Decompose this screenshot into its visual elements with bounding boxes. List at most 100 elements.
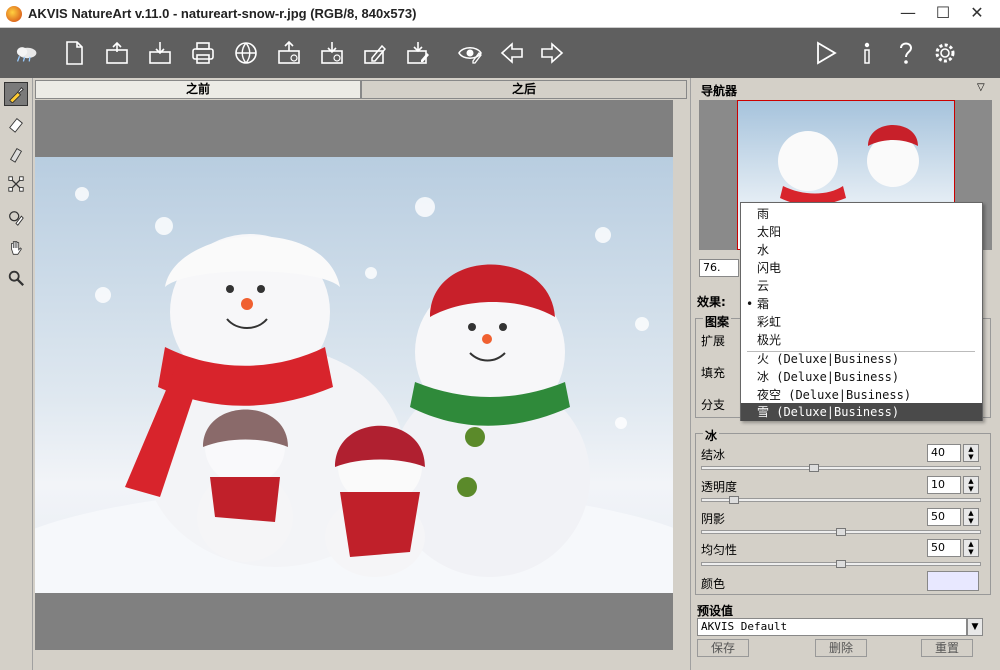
history-brush-icon[interactable]	[4, 206, 28, 230]
shadow-slider-thumb[interactable]	[836, 528, 846, 536]
photo-snowmen	[35, 157, 673, 593]
transparency-label: 透明度	[701, 480, 738, 494]
snowflake	[635, 317, 649, 331]
branch-label: 分支	[701, 398, 726, 412]
dropdown-item-water[interactable]: 水	[741, 241, 982, 259]
snowflake	[75, 187, 89, 201]
preset-dropdown-arrow[interactable]: ▼	[967, 618, 983, 636]
gear-icon[interactable]	[929, 38, 961, 68]
uniformity-label: 均匀性	[701, 543, 738, 557]
view-tabs: 之前 之后	[35, 80, 687, 99]
brush-tool-icon[interactable]	[4, 82, 28, 106]
color-label: 颜色	[701, 577, 726, 591]
dropdown-item-night-sky[interactable]: 夜空 (Deluxe|Business)	[741, 386, 982, 404]
info-icon[interactable]	[851, 38, 883, 68]
save-file-icon[interactable]	[144, 38, 176, 68]
dropdown-item-cloud[interactable]: 云	[741, 277, 982, 295]
toolbar	[0, 28, 1000, 78]
shadow-slider[interactable]	[701, 528, 981, 536]
freeze-slider[interactable]	[701, 464, 981, 472]
new-file-icon[interactable]	[58, 38, 90, 68]
shadow-input[interactable]: 50	[927, 508, 961, 526]
freeze-stepper[interactable]: ▲ ▼	[963, 444, 979, 462]
arrow-back-icon[interactable]	[496, 38, 528, 68]
transparency-stepper[interactable]: ▲ ▼	[963, 476, 979, 494]
uniformity-slider-thumb[interactable]	[836, 560, 846, 568]
help-icon[interactable]	[890, 38, 922, 68]
tab-after[interactable]: 之后	[361, 80, 687, 99]
uniformity-input[interactable]: 50	[927, 539, 961, 557]
dropdown-item-fire[interactable]: 火 (Deluxe|Business)	[741, 350, 982, 368]
title-bar: AKVIS NatureArt v.11.0 - natureart-snow-…	[0, 0, 1000, 28]
navigator-title: 导航器	[701, 84, 738, 98]
pattern-group-title: 图案	[703, 313, 732, 330]
app-icon	[6, 6, 22, 22]
marker-tool-icon[interactable]	[4, 142, 28, 166]
preset-select[interactable]: AKVIS Default	[697, 618, 967, 636]
document-edit-icon[interactable]	[402, 38, 434, 68]
run-play-icon[interactable]	[810, 38, 842, 68]
zoom-tool-icon[interactable]	[4, 266, 28, 290]
close-button[interactable]: ✕	[962, 2, 992, 24]
dropdown-item-rain[interactable]: 雨	[741, 205, 982, 223]
save-preset-button[interactable]: 保存	[697, 639, 749, 657]
current-item-dot-icon: •	[746, 297, 754, 311]
batch-edit-icon[interactable]	[359, 38, 391, 68]
dropdown-item-snow[interactable]: 雪 (Deluxe|Business)	[741, 403, 982, 421]
uniformity-stepper[interactable]: ▲ ▼	[963, 539, 979, 557]
snowflake	[595, 227, 611, 243]
export-settings-icon[interactable]	[316, 38, 348, 68]
transparency-slider-thumb[interactable]	[728, 496, 739, 504]
dropdown-item-frost[interactable]: • 霜	[741, 295, 982, 313]
dropdown-item-lightning[interactable]: 闪电	[741, 259, 982, 277]
arrow-forward-icon[interactable]	[536, 38, 568, 68]
zoom-field[interactable]: 76.	[699, 259, 739, 277]
delete-preset-button[interactable]: 删除	[815, 639, 867, 657]
image-canvas[interactable]	[35, 100, 687, 650]
ice-group-title: 冰	[703, 427, 720, 444]
freeze-slider-thumb[interactable]	[809, 464, 820, 472]
shadow-stepper[interactable]: ▲ ▼	[963, 508, 979, 526]
import-settings-icon[interactable]	[273, 38, 305, 68]
transparency-input[interactable]: 10	[927, 476, 961, 494]
collapse-arrow-icon[interactable]: ▽	[977, 82, 985, 93]
transform-tool-icon[interactable]	[4, 172, 28, 196]
left-toolbar	[0, 78, 33, 670]
snowmen-illustration	[35, 234, 673, 593]
presets-title: 预设值	[697, 604, 734, 618]
snowflake	[155, 217, 173, 235]
snowflake	[95, 287, 111, 303]
freeze-label: 结冰	[701, 448, 726, 462]
transparency-slider[interactable]	[701, 496, 981, 504]
uniformity-slider[interactable]	[701, 560, 981, 568]
print-icon[interactable]	[187, 38, 219, 68]
app-logo-icon	[6, 38, 46, 68]
effect-dropdown-list[interactable]: 雨 太阳 水 闪电 云 • 霜 彩虹 极光 火 (Deluxe|Business)…	[740, 202, 983, 421]
minimize-button[interactable]: —	[893, 2, 923, 24]
watch-eye-icon[interactable]	[454, 38, 486, 68]
expand-label: 扩展	[701, 334, 726, 348]
effect-label: 效果:	[697, 295, 726, 309]
tab-before[interactable]: 之前	[35, 80, 361, 99]
dropdown-item-frost-label: 霜	[757, 297, 770, 311]
maximize-button[interactable]: ☐	[928, 2, 958, 24]
shadow-label: 阴影	[701, 512, 726, 526]
snowflake	[615, 417, 627, 429]
dropdown-item-rainbow[interactable]: 彩虹	[741, 313, 982, 331]
freeze-input[interactable]: 40	[927, 444, 961, 462]
open-file-icon[interactable]	[101, 38, 133, 68]
snowflake	[415, 197, 435, 217]
dropdown-item-ice[interactable]: 冰 (Deluxe|Business)	[741, 368, 982, 386]
reset-preset-button[interactable]: 重置	[921, 639, 973, 657]
canvas-bottom-bar	[35, 650, 687, 670]
dropdown-item-aurora[interactable]: 极光	[741, 331, 982, 349]
dropdown-item-sun[interactable]: 太阳	[741, 223, 982, 241]
share-globe-icon[interactable]	[230, 38, 262, 68]
fill-label: 填充	[701, 366, 726, 380]
window-title: AKVIS NatureArt v.11.0 - natureart-snow-…	[28, 6, 417, 21]
canvas-vertical-scrollbar[interactable]	[673, 100, 687, 650]
eraser-tool-icon[interactable]	[4, 112, 28, 136]
hand-tool-icon[interactable]	[4, 236, 28, 260]
color-swatch[interactable]	[927, 571, 979, 591]
snowflake	[365, 267, 377, 279]
